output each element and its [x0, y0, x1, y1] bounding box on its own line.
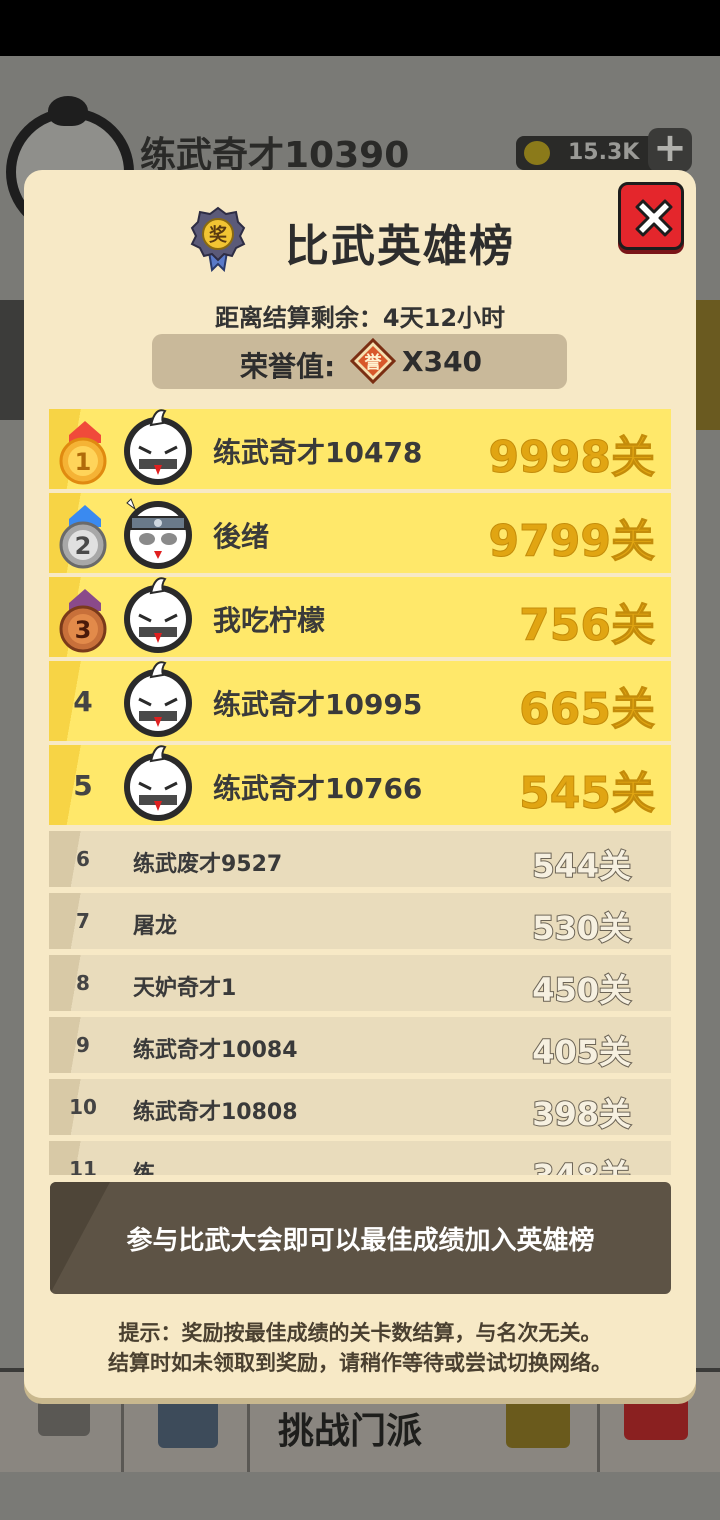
- player-name: 练: [133, 1162, 156, 1175]
- player-score: 405关: [531, 1032, 632, 1072]
- rank-number: 6: [76, 847, 90, 871]
- ranking-row[interactable]: 7 屠龙 530关: [49, 893, 671, 949]
- gold-medal-icon: 1: [59, 421, 107, 485]
- honor-value: X340: [402, 345, 483, 378]
- close-icon: [635, 199, 673, 237]
- tip-line-1: 提示：奖励按最佳成绩的关卡数结算，与名次无关。: [118, 1321, 602, 1345]
- player-name: 练武奇才10995: [213, 688, 423, 721]
- page-title: 比武英雄榜: [285, 221, 515, 272]
- ranking-row[interactable]: 5 练武奇才10766 545关: [49, 745, 671, 825]
- reward-tip: 提示：奖励按最佳成绩的关卡数结算，与名次无关。 结算时如未领取到奖励，请稍作等待…: [24, 1318, 696, 1378]
- player-name: 练武废才9527: [133, 852, 283, 877]
- join-info-banner: 参与比武大会即可以最佳成绩加入英雄榜: [50, 1182, 671, 1294]
- ranking-row[interactable]: 9 练武奇才10084 405关: [49, 1017, 671, 1073]
- coin-value: 15.3K: [568, 140, 640, 165]
- player-avatar: [124, 409, 192, 485]
- rank-number: 11: [69, 1157, 97, 1175]
- player-avatar: [124, 577, 192, 653]
- task-icon: [38, 1396, 90, 1436]
- house-icon: [506, 1396, 570, 1448]
- honor-value-bar: 荣誉值: 誉 X340: [152, 334, 567, 389]
- ranking-row[interactable]: 2 後绪 9799关: [49, 493, 671, 573]
- ranking-row[interactable]: 3 我吃柠檬 756关: [49, 577, 671, 657]
- player-score: 348关: [531, 1151, 632, 1175]
- collect-icon: [624, 1396, 688, 1440]
- bronze-medal-icon: 3: [59, 589, 107, 653]
- silver-medal-icon: 2: [59, 505, 107, 569]
- honor-label: 荣誉值:: [240, 350, 336, 383]
- close-button[interactable]: [618, 182, 684, 250]
- honor-token-char: 誉: [365, 352, 383, 373]
- medal-number: 2: [75, 532, 92, 560]
- add-coin-button[interactable]: +: [648, 128, 692, 172]
- player-score: 9799关: [488, 516, 655, 568]
- player-avatar: [124, 661, 192, 737]
- rank-number: 4: [73, 685, 93, 718]
- player-name: 练武奇才10478: [213, 436, 423, 469]
- player-score: 756关: [519, 600, 656, 652]
- player-avatar: [124, 745, 192, 821]
- player-name: 後绪: [213, 520, 270, 553]
- player-name: 我吃柠檬: [213, 604, 326, 637]
- rank-number: 5: [73, 769, 93, 802]
- tip-line-2: 结算时如未领取到奖励，请稍作等待或尝试切换网络。: [108, 1351, 612, 1375]
- medal-number: 1: [75, 448, 92, 476]
- honor-token-icon: 誉: [350, 338, 396, 384]
- hero-ranking-modal: 奖 比武英雄榜 距离结算剩余：4天12小时 荣誉值: 誉 X340 1 练武奇才…: [24, 170, 696, 1398]
- player-score: 544关: [531, 846, 632, 886]
- challenge-sect-label[interactable]: 挑战门派: [278, 1402, 422, 1454]
- ranking-row[interactable]: 4 练武奇才10995 665关: [49, 661, 671, 741]
- coin-icon: [524, 141, 550, 165]
- player-score: 665关: [519, 684, 656, 736]
- settlement-countdown: 距离结算剩余：4天12小时: [214, 304, 506, 332]
- ranking-row[interactable]: 6 练武废才9527 544关: [49, 831, 671, 887]
- book-icon: [158, 1396, 218, 1448]
- player-score: 530关: [531, 908, 632, 948]
- player-name: 屠龙: [133, 914, 178, 939]
- player-avatar-ninja: [124, 498, 192, 569]
- player-avatar-tuft: [48, 96, 88, 126]
- player-score: 450关: [531, 970, 632, 1010]
- side-banner-left: [0, 300, 24, 420]
- player-name: 练武奇才10808: [133, 1100, 298, 1125]
- player-score: 545关: [519, 768, 656, 820]
- player-score: 9998关: [488, 432, 655, 484]
- ranking-row[interactable]: 11 练 348关: [49, 1141, 671, 1175]
- join-info-text: 参与比武大会即可以最佳成绩加入英雄榜: [126, 1226, 595, 1256]
- ranking-row[interactable]: 10 练武奇才10808 398关: [49, 1079, 671, 1135]
- rank-number: 9: [76, 1033, 90, 1057]
- rank-number: 10: [69, 1095, 97, 1119]
- player-name: 练武奇才10766: [213, 772, 423, 805]
- medal-number: 3: [75, 616, 92, 644]
- ranking-row[interactable]: 8 天妒奇才1 450关: [49, 955, 671, 1011]
- ranking-list[interactable]: 1 练武奇才10478 9998关 2 後绪 9799关 3 我吃柠檬 756关…: [49, 407, 671, 1175]
- player-name: 练武奇才10084: [133, 1038, 298, 1063]
- side-banner-right: [696, 300, 720, 430]
- rank-number: 8: [76, 971, 90, 995]
- ranking-row[interactable]: 1 练武奇才10478 9998关: [49, 409, 671, 489]
- rank-number: 7: [76, 909, 90, 933]
- player-score: 398关: [531, 1094, 632, 1134]
- player-name: 天妒奇才1: [133, 976, 237, 1001]
- status-bar: [0, 0, 720, 56]
